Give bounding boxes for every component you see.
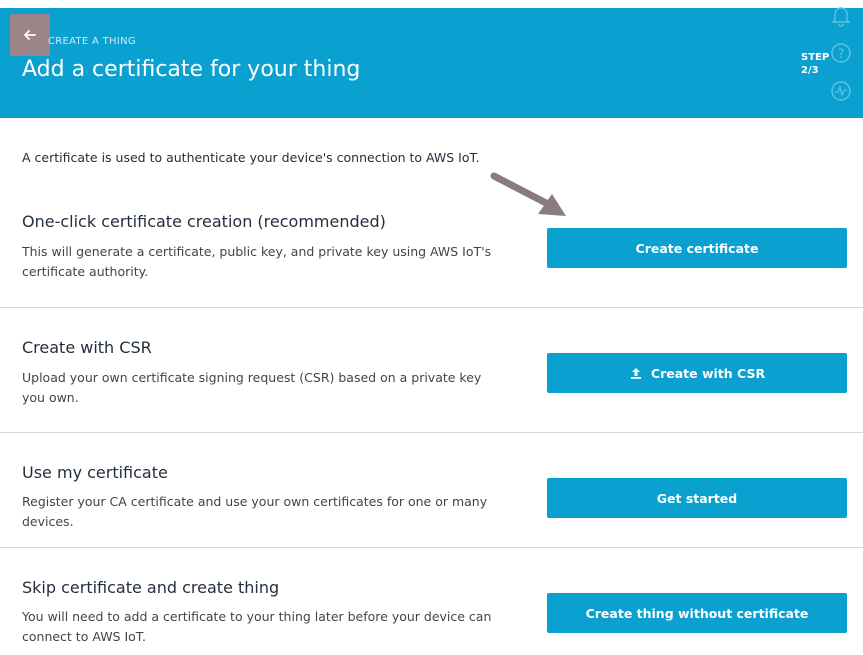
- create-certificate-button[interactable]: Create certificate: [547, 228, 847, 268]
- section-description: Register your CA certificate and use you…: [22, 492, 512, 532]
- description-line: devices.: [22, 514, 74, 529]
- button-label: Create thing without certificate: [585, 605, 809, 621]
- section-description: Upload your own certificate signing requ…: [22, 368, 512, 408]
- section-heading: Use my certificate: [22, 463, 168, 482]
- create-thing-without-certificate-button[interactable]: Create thing without certificate: [547, 593, 847, 633]
- header-banner: CREATE A THING Add a certificate for you…: [0, 7, 863, 118]
- section-heading: Skip certificate and create thing: [22, 578, 280, 597]
- button-label: Create certificate: [635, 240, 759, 256]
- description-line: Upload your own certificate signing requ…: [22, 370, 482, 385]
- back-arrow-icon: [24, 30, 36, 40]
- description-line: certificate authority.: [22, 264, 149, 279]
- section-description: You will need to add a certificate to yo…: [22, 607, 512, 647]
- upload-icon: [630, 368, 641, 379]
- page-title: Add a certificate for your thing: [22, 57, 361, 82]
- button-label: Create with CSR: [650, 365, 766, 381]
- description-line: connect to AWS IoT.: [22, 629, 146, 644]
- get-started-button[interactable]: Get started: [547, 478, 847, 518]
- step-label: STEP: [801, 52, 830, 63]
- svg-text:?: ?: [838, 47, 844, 61]
- section-use-my-certificate: Use my certificate Register your CA cert…: [0, 433, 863, 548]
- section-skip-certificate: Skip certificate and create thing You wi…: [0, 548, 863, 655]
- bell-icon[interactable]: [830, 4, 852, 28]
- breadcrumb: CREATE A THING: [48, 36, 136, 47]
- intro-text: A certificate is used to authenticate yo…: [22, 150, 480, 165]
- activity-icon[interactable]: [830, 80, 852, 102]
- section-heading: One-click certificate creation (recommen…: [22, 212, 386, 231]
- section-csr: Create with CSR Upload your own certific…: [0, 308, 863, 433]
- help-icon[interactable]: ?: [830, 42, 852, 64]
- create-with-csr-button[interactable]: Create with CSR: [547, 353, 847, 393]
- button-label: Get started: [656, 490, 738, 506]
- back-button[interactable]: [10, 14, 50, 56]
- section-heading: Create with CSR: [22, 338, 152, 357]
- step-indicator: STEP 2/3: [801, 51, 829, 77]
- section-one-click: One-click certificate creation (recommen…: [0, 190, 863, 308]
- description-line: You will need to add a certificate to yo…: [22, 609, 492, 624]
- description-line: you own.: [22, 390, 79, 405]
- description-line: This will generate a certificate, public…: [22, 244, 492, 259]
- section-description: This will generate a certificate, public…: [22, 242, 512, 282]
- description-line: Register your CA certificate and use you…: [22, 494, 488, 509]
- step-value: 2/3: [801, 65, 819, 76]
